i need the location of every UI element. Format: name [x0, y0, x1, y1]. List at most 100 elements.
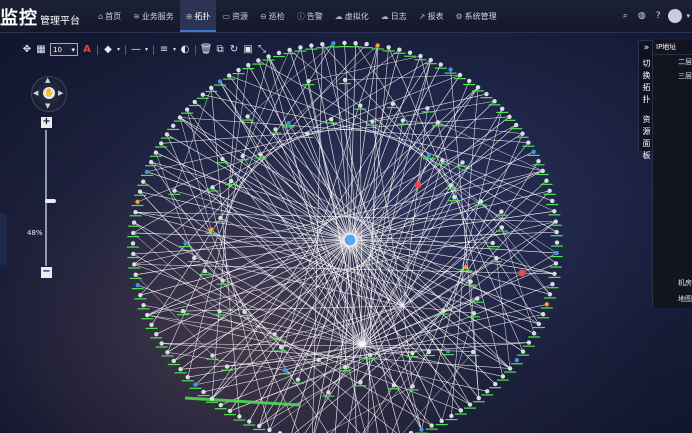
topology-node[interactable] — [370, 119, 375, 124]
topology-node[interactable] — [358, 103, 363, 108]
topology-node[interactable] — [226, 73, 232, 78]
nav-item-8[interactable]: ↗ 报表 — [413, 0, 450, 32]
topology-node[interactable] — [246, 62, 251, 68]
topology-node[interactable] — [552, 271, 557, 277]
search-icon[interactable]: ⌕ — [623, 11, 628, 21]
topology-node[interactable] — [507, 366, 513, 371]
topology-node[interactable] — [209, 396, 215, 401]
topology-node[interactable] — [468, 279, 473, 284]
delete-icon[interactable]: 🗑 — [199, 44, 213, 55]
topology-node[interactable] — [220, 278, 225, 283]
topology-node[interactable] — [201, 389, 206, 395]
topology-node[interactable] — [227, 408, 233, 414]
topology-node[interactable] — [132, 262, 137, 267]
topology-node[interactable] — [514, 357, 520, 363]
topology-node[interactable] — [554, 250, 559, 256]
topology-node[interactable] — [138, 293, 143, 298]
topology-node[interactable] — [342, 77, 348, 83]
topology-node[interactable] — [326, 390, 331, 395]
topology-node[interactable] — [418, 53, 423, 59]
chevron-down-icon[interactable]: ▾ — [117, 46, 120, 53]
pan-control[interactable]: ▲ ▼ ◀ ▶ ✋ — [31, 76, 67, 112]
topology-node[interactable] — [135, 282, 140, 288]
globe-icon[interactable]: ◍ — [638, 11, 646, 21]
topology-node[interactable] — [544, 178, 549, 183]
topology-node[interactable] — [305, 131, 310, 137]
topology-node[interactable] — [410, 384, 415, 389]
topology-node[interactable] — [452, 194, 457, 200]
topology-node[interactable] — [499, 225, 505, 230]
topology-node[interactable] — [267, 427, 272, 433]
topology-node[interactable] — [428, 57, 433, 63]
save-icon[interactable]: ▣ — [241, 44, 255, 55]
hand-icon[interactable]: ✋ — [43, 87, 55, 99]
topology-node[interactable] — [475, 85, 481, 90]
topology-node[interactable] — [209, 227, 214, 232]
topology-node[interactable] — [353, 41, 358, 46]
nav-item-6[interactable]: ☁ 虚拟化 — [329, 0, 375, 32]
topology-node[interactable] — [475, 296, 480, 301]
topology-node[interactable] — [470, 349, 476, 355]
topology-node[interactable] — [342, 364, 348, 370]
topology-node[interactable] — [499, 209, 504, 214]
topology-node[interactable] — [144, 169, 150, 174]
topology-node[interactable] — [202, 268, 208, 274]
topology-node[interactable] — [492, 99, 497, 104]
line-style-icon[interactable]: — — [129, 44, 143, 55]
topology-node[interactable] — [544, 302, 549, 307]
topology-node[interactable] — [200, 92, 205, 97]
topology-node[interactable] — [407, 50, 413, 55]
topology-node[interactable] — [458, 408, 464, 413]
topology-node[interactable] — [386, 45, 391, 50]
topology-canvas[interactable] — [0, 33, 692, 433]
topology-node[interactable] — [364, 41, 369, 47]
topology-node[interactable] — [485, 389, 490, 394]
chevron-down-icon[interactable]: ▾ — [686, 12, 690, 20]
topology-node[interactable] — [183, 240, 188, 246]
topology-node[interactable] — [514, 122, 519, 128]
topology-node[interactable] — [137, 189, 143, 194]
topology-node[interactable] — [547, 188, 552, 193]
topology-node[interactable] — [342, 40, 347, 46]
topology-node[interactable] — [164, 132, 170, 137]
topology-node[interactable] — [484, 91, 489, 97]
topology-node[interactable] — [273, 127, 278, 132]
topology-node[interactable] — [247, 419, 252, 424]
topology-node[interactable] — [131, 230, 136, 236]
topology-node[interactable] — [224, 364, 230, 369]
topology-node[interactable] — [390, 101, 396, 107]
topology-node[interactable] — [540, 312, 546, 317]
topology-node[interactable] — [550, 281, 555, 287]
topology-node[interactable] — [467, 402, 473, 407]
alert-node[interactable] — [414, 181, 422, 189]
topology-node[interactable] — [435, 120, 441, 125]
nav-item-7[interactable]: ☁ 日志 — [375, 0, 413, 32]
topology-node[interactable] — [184, 107, 190, 112]
chevron-down-icon[interactable]: ▾ — [145, 46, 148, 53]
topology-node[interactable] — [165, 350, 170, 355]
arrow-left-icon[interactable]: ◀ — [33, 89, 38, 97]
topology-node[interactable] — [478, 199, 484, 204]
topology-node[interactable] — [131, 251, 136, 257]
topology-node[interactable] — [520, 131, 525, 136]
topology-node[interactable] — [256, 58, 261, 63]
topology-node[interactable] — [159, 341, 164, 346]
topology-node[interactable] — [536, 321, 542, 327]
topology-node[interactable] — [419, 427, 424, 432]
topology-node[interactable] — [531, 331, 537, 336]
topology-node[interactable] — [440, 158, 445, 163]
topology-node[interactable] — [237, 414, 242, 419]
topology-node[interactable] — [553, 219, 558, 224]
nav-item-1[interactable]: ≋ 业务服务 — [127, 0, 180, 32]
topology-node[interactable] — [278, 345, 284, 350]
topology-node[interactable] — [426, 152, 432, 158]
topology-node[interactable] — [145, 312, 150, 318]
topology-node[interactable] — [464, 265, 469, 270]
topology-node[interactable] — [531, 149, 536, 154]
chevron-down-icon[interactable]: ▾ — [173, 46, 176, 53]
topology-node[interactable] — [192, 255, 197, 261]
topology-node[interactable] — [257, 423, 262, 429]
topology-node[interactable] — [400, 118, 406, 123]
topology-node[interactable] — [141, 179, 146, 184]
topology-node[interactable] — [554, 240, 560, 245]
